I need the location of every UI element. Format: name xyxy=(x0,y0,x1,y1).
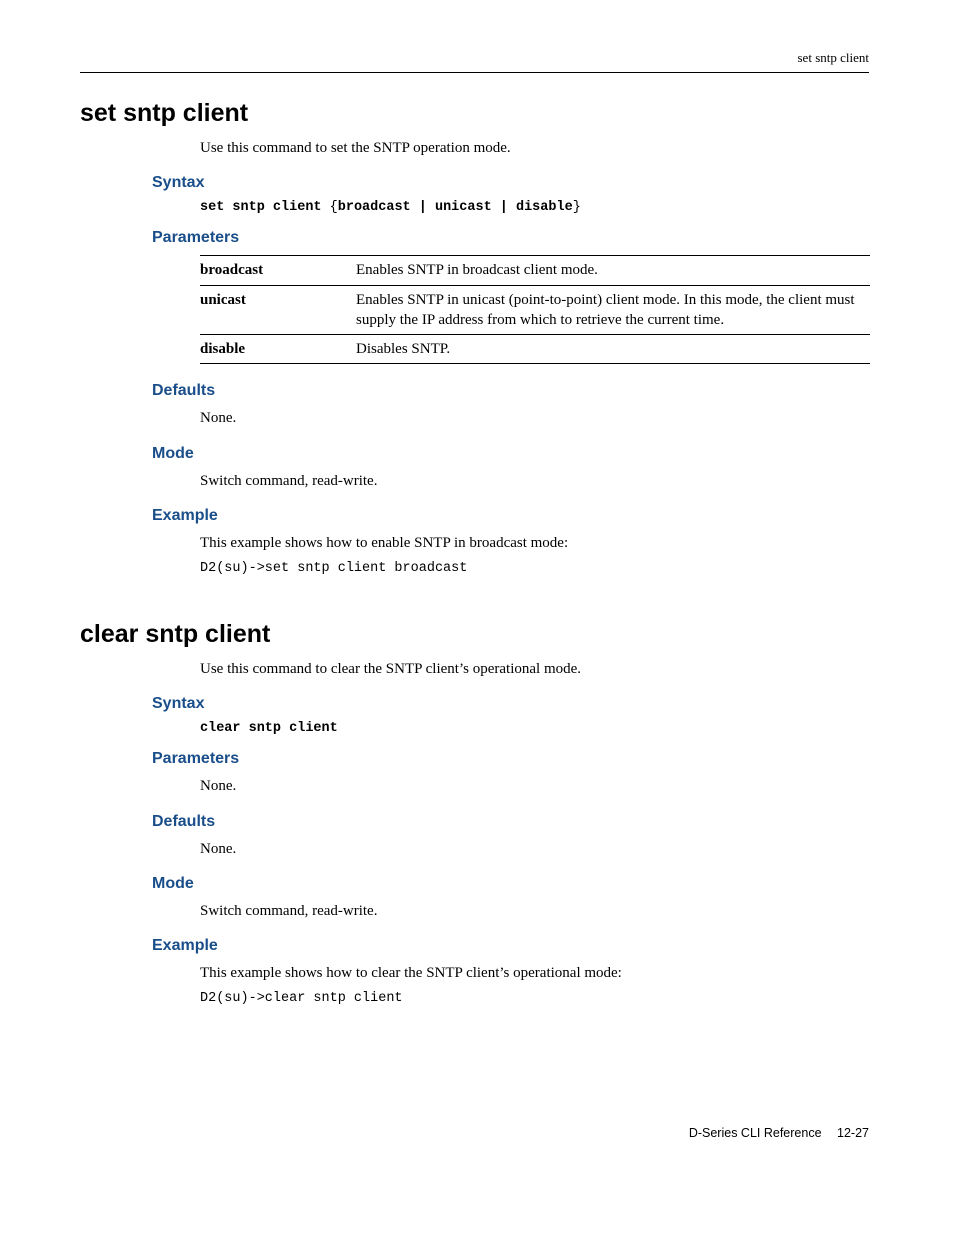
param-desc: Disables SNTP. xyxy=(356,335,870,364)
syntax-line-set: set sntp client {broadcast | unicast | d… xyxy=(200,200,869,215)
syntax-heading-set: Syntax xyxy=(152,174,869,192)
intro-set: Use this command to set the SNTP operati… xyxy=(200,138,869,158)
param-key: disable xyxy=(200,335,356,364)
page: set sntp client set sntp client Use this… xyxy=(0,0,954,1180)
example-text-set: This example shows how to enable SNTP in… xyxy=(200,533,869,553)
parameters-table-set: broadcast Enables SNTP in broadcast clie… xyxy=(200,255,870,364)
footer-page: 12-27 xyxy=(837,1126,869,1140)
table-row: unicast Enables SNTP in unicast (point-t… xyxy=(200,285,870,335)
mode-heading-clear: Mode xyxy=(152,875,869,893)
param-key: broadcast xyxy=(200,256,356,285)
table-row: broadcast Enables SNTP in broadcast clie… xyxy=(200,256,870,285)
defaults-text-set: None. xyxy=(200,408,869,428)
param-desc: Enables SNTP in unicast (point-to-point)… xyxy=(356,285,870,335)
footer-doc: D-Series CLI Reference xyxy=(689,1126,822,1140)
syntax-brace-open: { xyxy=(330,200,338,215)
table-row: disable Disables SNTP. xyxy=(200,335,870,364)
running-head: set sntp client xyxy=(80,50,869,73)
page-footer: D-Series CLI Reference 12-27 xyxy=(80,1126,869,1140)
section-title-set: set sntp client xyxy=(80,99,869,128)
syntax-brace-close: } xyxy=(573,200,581,215)
mode-heading-set: Mode xyxy=(152,445,869,463)
param-key: unicast xyxy=(200,285,356,335)
parameters-heading-set: Parameters xyxy=(152,229,869,247)
intro-clear: Use this command to clear the SNTP clien… xyxy=(200,659,869,679)
mode-text-set: Switch command, read-write. xyxy=(200,471,869,491)
syntax-cmd-set: set sntp client xyxy=(200,200,322,215)
parameters-heading-clear: Parameters xyxy=(152,750,869,768)
example-code-set: D2(su)->set sntp client broadcast xyxy=(200,561,869,576)
syntax-line-clear: clear sntp client xyxy=(200,721,869,736)
example-heading-clear: Example xyxy=(152,937,869,955)
syntax-cmd-clear: clear sntp client xyxy=(200,721,338,736)
mode-text-clear: Switch command, read-write. xyxy=(200,901,869,921)
parameters-text-clear: None. xyxy=(200,776,869,796)
example-code-clear: D2(su)->clear sntp client xyxy=(200,991,869,1006)
example-text-clear: This example shows how to clear the SNTP… xyxy=(200,963,869,983)
section-gap xyxy=(80,600,869,620)
syntax-args-set: broadcast | unicast | disable xyxy=(338,200,573,215)
section-title-clear: clear sntp client xyxy=(80,620,869,649)
example-heading-set: Example xyxy=(152,507,869,525)
defaults-heading-set: Defaults xyxy=(152,382,869,400)
syntax-heading-clear: Syntax xyxy=(152,695,869,713)
defaults-text-clear: None. xyxy=(200,839,869,859)
defaults-heading-clear: Defaults xyxy=(152,813,869,831)
param-desc: Enables SNTP in broadcast client mode. xyxy=(356,256,870,285)
